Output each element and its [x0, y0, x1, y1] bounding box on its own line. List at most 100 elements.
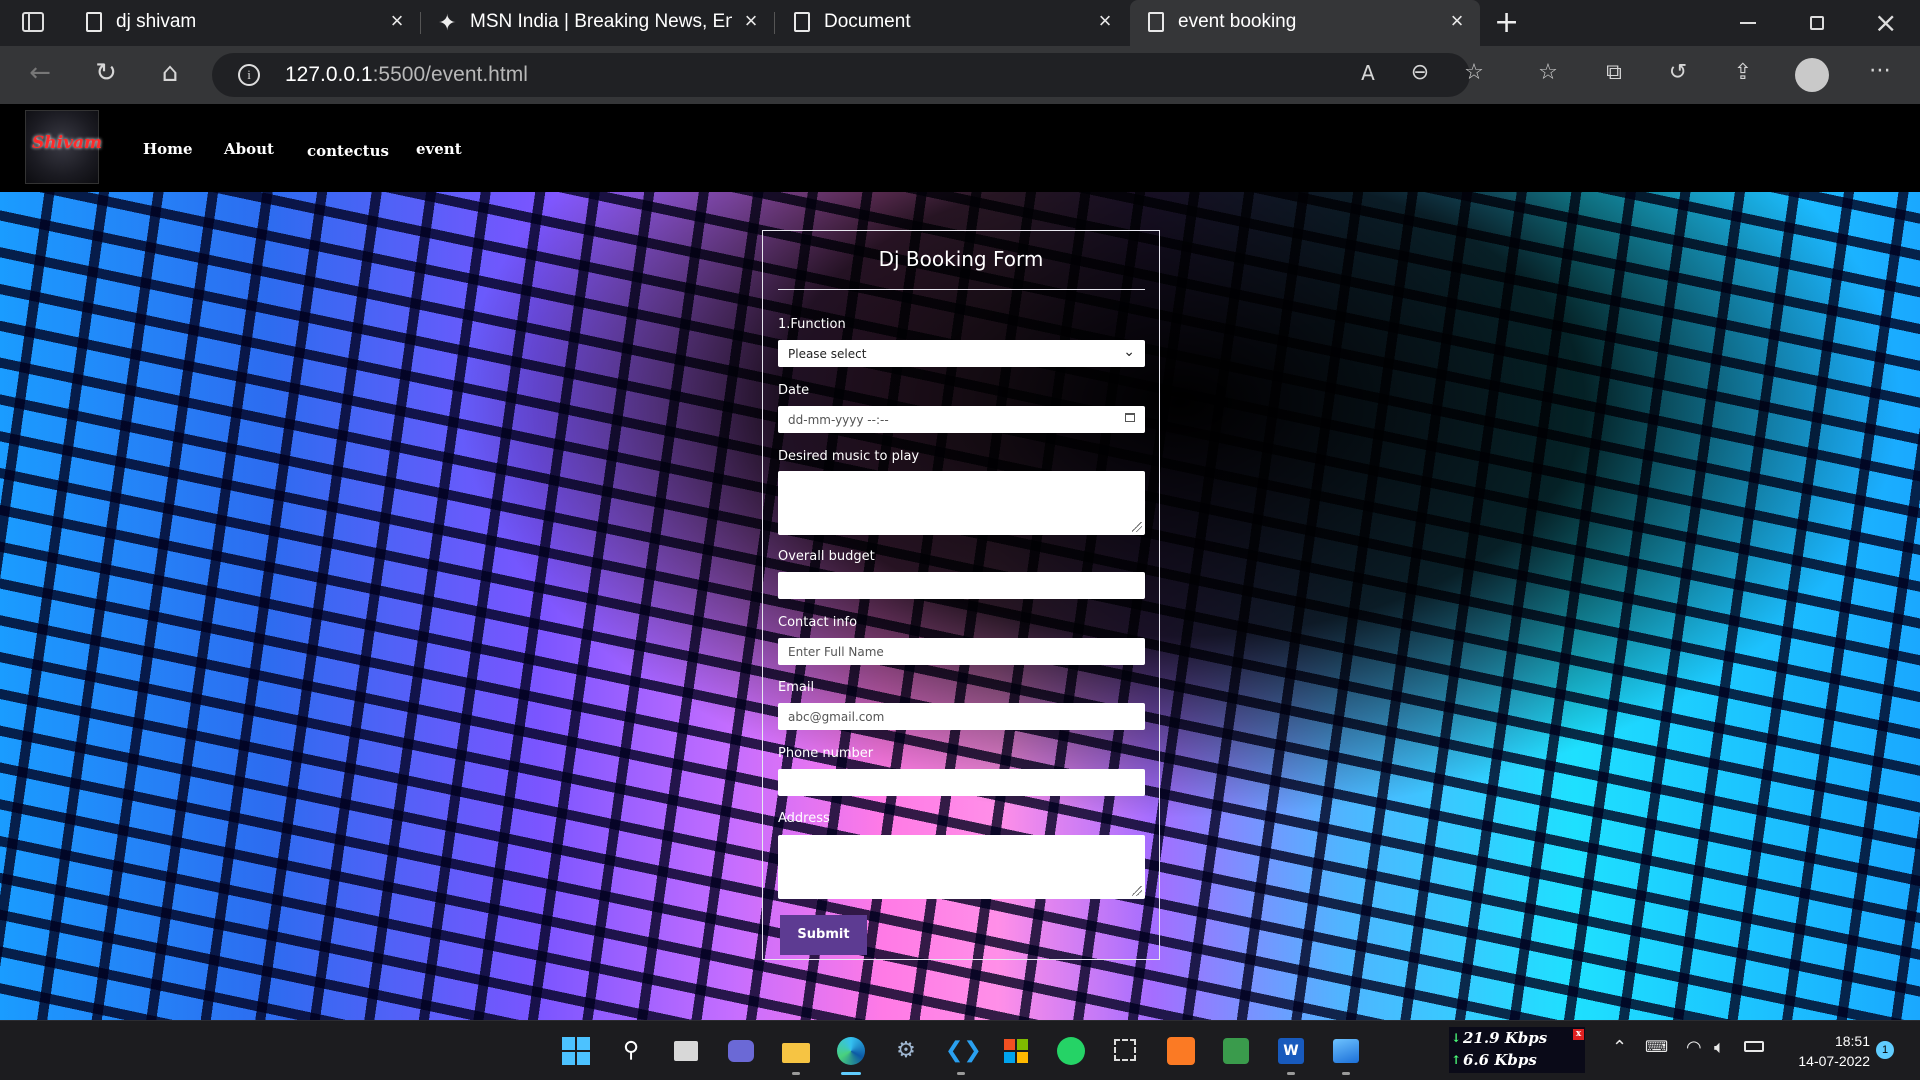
net-down-text: 21.9 Kbps: [1463, 1029, 1548, 1047]
browser-tab-strip: dj shivam × ✦ MSN India | Breaking News,…: [0, 0, 1920, 46]
tab-separator: [420, 12, 421, 34]
booking-form: Dj Booking Form 1.Function Please select…: [762, 230, 1160, 960]
refresh-icon[interactable]: ↻: [88, 58, 124, 94]
address-bar[interactable]: i 127.0.0.1:5500/event.html A ⊖ ☆: [212, 53, 1484, 97]
date-input[interactable]: dd-mm-yyyy --:--: [778, 406, 1145, 433]
resize-handle-icon[interactable]: [1132, 886, 1142, 896]
tab-event-booking[interactable]: event booking ×: [1130, 0, 1480, 46]
notification-badge[interactable]: 1: [1876, 1041, 1894, 1059]
address-label: Address: [778, 811, 830, 826]
address-textarea[interactable]: [778, 835, 1145, 899]
tab-title: MSN India | Breaking News, Ente: [470, 11, 732, 32]
web-page: Shivam Home About contectus event Dj Boo…: [0, 104, 1920, 1020]
nav-contectus[interactable]: contectus: [307, 142, 389, 160]
close-monitor-icon[interactable]: x: [1573, 1029, 1584, 1040]
function-select[interactable]: Please select ⌄: [778, 340, 1145, 367]
phone-input[interactable]: [778, 769, 1145, 796]
home-icon[interactable]: ⌂: [152, 58, 188, 94]
nav-event[interactable]: event: [416, 140, 462, 158]
collections-icon[interactable]: ⧉: [1596, 58, 1632, 94]
phone-label: Phone number: [778, 746, 874, 761]
budget-input[interactable]: [778, 572, 1145, 599]
email-placeholder: abc@gmail.com: [788, 710, 885, 724]
site-info-icon[interactable]: i: [238, 64, 260, 86]
back-icon[interactable]: ←: [22, 58, 58, 94]
vscode-icon[interactable]: ❮❯: [945, 1035, 982, 1067]
calendar-icon[interactable]: [1125, 413, 1135, 422]
tab-document[interactable]: Document ×: [776, 0, 1126, 46]
nav-home[interactable]: Home: [143, 140, 193, 158]
task-view-icon[interactable]: [670, 1035, 702, 1067]
close-tab-icon[interactable]: ×: [1094, 10, 1116, 32]
add-favorite-icon[interactable]: ☆: [1456, 58, 1492, 94]
budget-label: Overall budget: [778, 549, 875, 564]
wifi-icon[interactable]: ◠: [1686, 1037, 1702, 1058]
function-label: 1.Function: [778, 317, 846, 332]
restore-icon[interactable]: [1810, 16, 1824, 30]
tab-title: Document: [824, 11, 911, 32]
resize-handle-icon[interactable]: [1132, 522, 1142, 532]
favorites-icon[interactable]: ☆: [1530, 58, 1566, 94]
upload-arrow-icon: ↑: [1451, 1053, 1462, 1067]
volume-icon[interactable]: 🔈︎: [1714, 1037, 1725, 1058]
keyboard-icon[interactable]: ⌨: [1645, 1037, 1668, 1056]
running-indicator: [1287, 1072, 1295, 1075]
download-arrow-icon: ↓: [1451, 1031, 1462, 1045]
full-name-placeholder: Enter Full Name: [788, 645, 884, 659]
zoom-out-icon[interactable]: ⊖: [1402, 58, 1438, 94]
battery-icon[interactable]: [1744, 1041, 1764, 1052]
tab-actions-icon[interactable]: [22, 12, 44, 32]
search-icon[interactable]: ⚲: [615, 1035, 647, 1067]
music-label: Desired music to play: [778, 449, 920, 464]
snipping-tool-icon[interactable]: [1110, 1035, 1142, 1067]
date-placeholder: dd-mm-yyyy --:--: [788, 413, 889, 427]
profile-avatar-icon[interactable]: [1795, 58, 1829, 92]
submit-button[interactable]: Submit: [780, 915, 867, 955]
read-aloud-icon[interactable]: A: [1350, 58, 1386, 94]
page-icon: [794, 12, 810, 32]
start-icon[interactable]: [560, 1035, 592, 1067]
email-input[interactable]: abc@gmail.com: [778, 703, 1145, 730]
file-explorer-icon[interactable]: [780, 1035, 812, 1067]
tab-separator: [774, 12, 775, 34]
teams-chat-icon[interactable]: [725, 1035, 757, 1067]
tab-dj-shivam[interactable]: dj shivam ×: [68, 0, 410, 46]
running-indicator: [957, 1072, 965, 1075]
running-indicator: [792, 1072, 800, 1075]
site-logo[interactable]: Shivam: [25, 110, 102, 184]
chevron-down-icon: ⌄: [1123, 344, 1135, 360]
word-icon[interactable]: W: [1275, 1035, 1307, 1067]
clock-time: 18:51: [1834, 1033, 1870, 1049]
edge-browser-icon[interactable]: [835, 1035, 867, 1067]
page-icon: [86, 12, 102, 32]
xampp-icon[interactable]: [1165, 1035, 1197, 1067]
site-navbar: Shivam Home About contectus event: [0, 104, 1920, 192]
music-textarea[interactable]: [778, 471, 1145, 535]
whatsapp-icon[interactable]: [1055, 1035, 1087, 1067]
minimize-icon[interactable]: [1740, 22, 1756, 24]
close-tab-icon[interactable]: ×: [1446, 10, 1468, 32]
microsoft-store-icon[interactable]: [1000, 1035, 1032, 1067]
more-menu-icon[interactable]: ⋯: [1862, 56, 1898, 92]
network-speed-monitor: ↓ 21.9 Kbps ↑ 6.6 Kbps x: [1449, 1027, 1585, 1073]
settings-gear-icon[interactable]: ⚙: [890, 1035, 922, 1067]
new-tab-icon[interactable]: +: [1494, 5, 1519, 40]
msn-icon: ✦: [438, 10, 457, 35]
browser-toolbar: ← ↻ ⌂ i 127.0.0.1:5500/event.html A ⊖ ☆ …: [0, 46, 1920, 104]
photos-icon[interactable]: [1330, 1035, 1362, 1067]
full-name-input[interactable]: Enter Full Name: [778, 638, 1145, 665]
windows-taskbar: ⚲ ⚙ ❮❯ W ↓ 21.9 Kbps ↑ 6.6 Kbps x ⌃ ⌨ ◠ …: [0, 1020, 1920, 1080]
system-clock[interactable]: 18:51 14-07-2022: [1780, 1031, 1870, 1071]
nav-about[interactable]: About: [224, 140, 274, 158]
show-hidden-icons-icon[interactable]: ⌃: [1612, 1037, 1627, 1058]
history-icon[interactable]: ↺: [1660, 58, 1696, 94]
close-window-icon[interactable]: ×: [1874, 6, 1897, 39]
maps-app-icon[interactable]: [1220, 1035, 1252, 1067]
net-up-text: 6.6 Kbps: [1463, 1051, 1537, 1069]
close-tab-icon[interactable]: ×: [386, 10, 408, 32]
close-tab-icon[interactable]: ×: [740, 10, 762, 32]
date-label: Date: [778, 383, 810, 398]
share-icon[interactable]: ⇪: [1725, 58, 1761, 94]
tab-title: dj shivam: [116, 11, 197, 32]
tab-msn[interactable]: ✦ MSN India | Breaking News, Ente ×: [422, 0, 772, 46]
